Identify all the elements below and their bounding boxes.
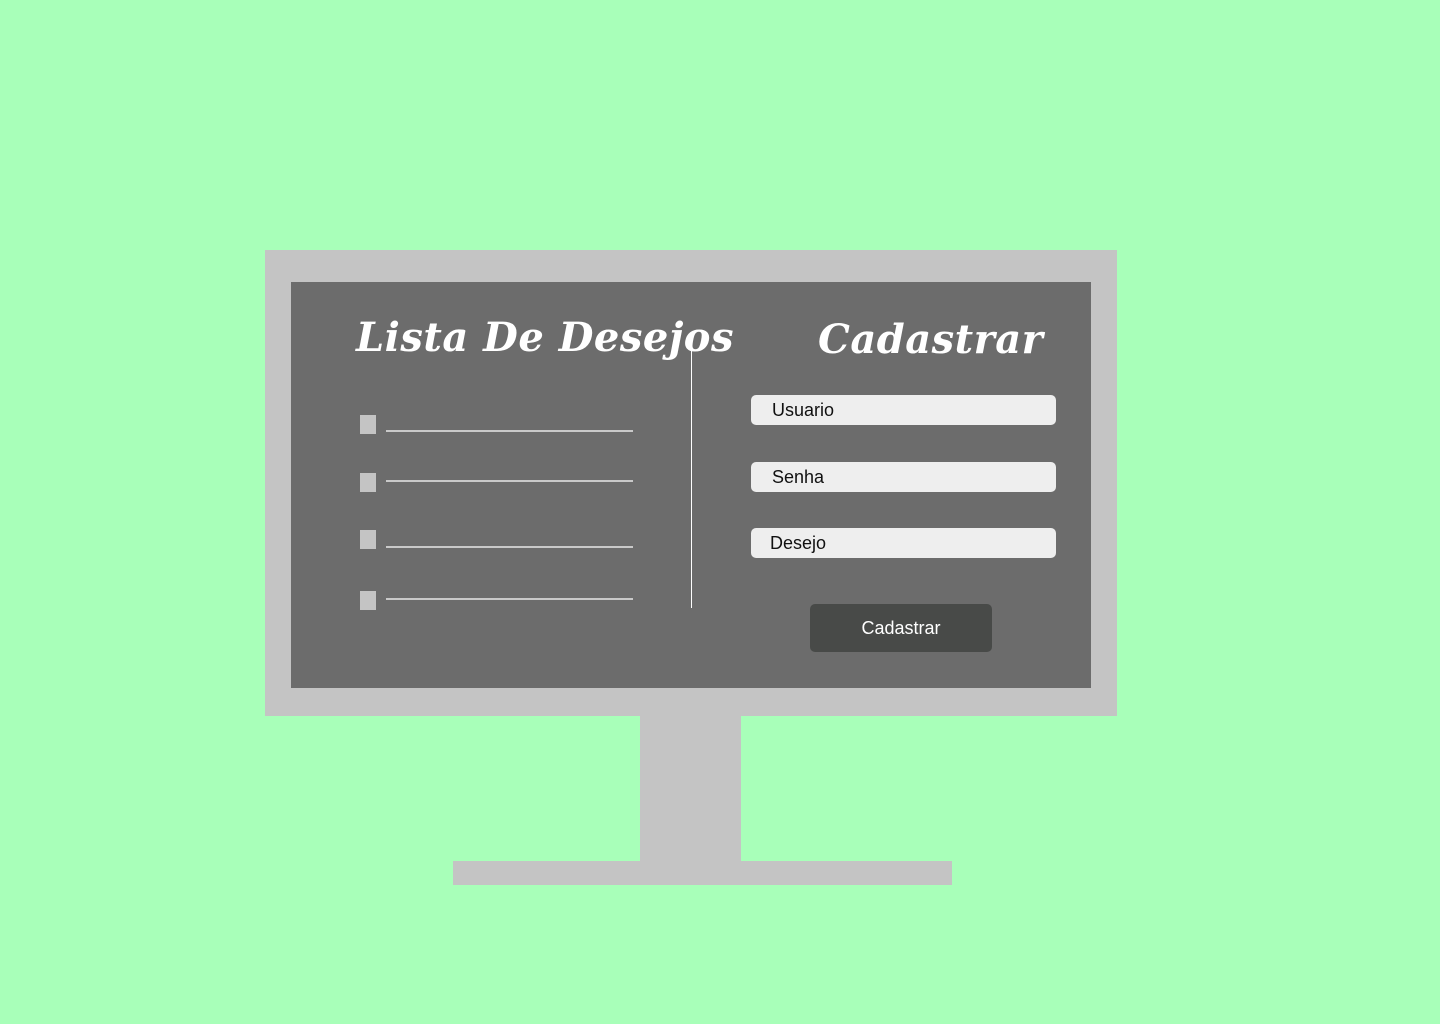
password-field[interactable]: Senha: [751, 462, 1056, 492]
wishlist-item: [360, 591, 633, 611]
checkbox[interactable]: [360, 591, 376, 610]
wishlist-item-line: [386, 430, 633, 432]
checkbox[interactable]: [360, 530, 376, 549]
wish-field[interactable]: Desejo: [751, 528, 1056, 558]
password-field-label: Senha: [772, 466, 825, 487]
checkbox[interactable]: [360, 415, 376, 434]
wishlist-item-line: [386, 598, 633, 600]
panel-divider: [691, 351, 692, 608]
monitor-stand-base: [453, 861, 952, 885]
wish-field-label: Desejo: [770, 532, 827, 553]
signup-submit-button[interactable]: Cadastrar: [810, 604, 992, 652]
signup-title: Cadastrar: [818, 316, 1044, 363]
wishlist-item-line: [386, 480, 633, 482]
monitor-stand-neck: [640, 716, 741, 862]
user-field-label: Usuario: [772, 399, 835, 420]
wishlist-item: [360, 473, 633, 493]
wishlist-item-line: [386, 546, 633, 548]
wishlist-title: Lista De Desejos: [356, 314, 734, 361]
wishlist-item: [360, 530, 633, 550]
user-field[interactable]: Usuario: [751, 395, 1056, 425]
wishlist-item: [360, 415, 633, 435]
checkbox[interactable]: [360, 473, 376, 492]
